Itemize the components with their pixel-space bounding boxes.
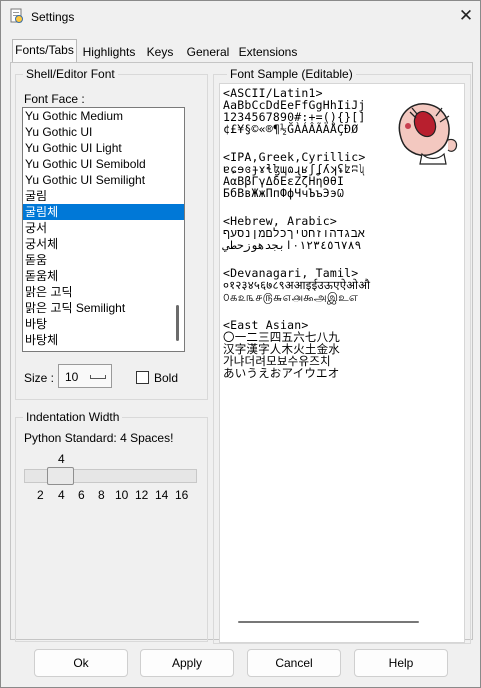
font-face-label: Font Face : [24, 92, 85, 106]
indent-tick-label: 8 [98, 488, 105, 502]
sample-line: ௦௧௨௩௪௫௬௭௮௯அஇஉஎ [223, 290, 359, 304]
sample-line: ٠١٢٣٤٥٦٧٨٩ابجدهوزحطي [223, 238, 362, 252]
font-sample-group-label: Font Sample (Editable) [227, 67, 356, 81]
bold-label: Bold [154, 371, 179, 385]
font-face-item[interactable]: 바탕 [23, 316, 184, 332]
size-value: 10 [65, 370, 79, 384]
sample-line: ¢£¥§©«®¶½ĞÀÁÂÃÄÅÇÐØ [223, 122, 359, 136]
font-sample-text-area[interactable]: <ASCII/Latin1> AaBbCcDdEeFfGgHhIiJj 1234… [219, 83, 465, 643]
indent-tick-label: 10 [115, 488, 129, 502]
title-bar: Settings ✕ [1, 1, 480, 33]
settings-window: Settings ✕ Fonts/Tabs Highlights Keys Ge… [0, 0, 481, 688]
shell-font-group-label: Shell/Editor Font [23, 67, 118, 81]
apply-button[interactable]: Apply [140, 649, 234, 677]
tab-keys[interactable]: Keys [142, 41, 178, 63]
font-face-item[interactable]: Yu Gothic UI [23, 124, 184, 140]
font-face-item[interactable]: 돋움체 [23, 268, 184, 284]
size-dropdown[interactable]: 10 [58, 364, 112, 388]
indent-tick-label: 6 [78, 488, 85, 502]
sample-line: あいうえおアイウエオ [223, 366, 340, 380]
cancel-button[interactable]: Cancel [247, 649, 341, 677]
python-standard-label: Python Standard: 4 Spaces! [24, 431, 174, 445]
font-face-item[interactable]: 돋움 [23, 252, 184, 268]
tab-extensions[interactable]: Extensions [235, 41, 301, 63]
close-icon[interactable]: ✕ [453, 4, 479, 28]
font-face-item[interactable]: Yu Gothic Medium [23, 108, 184, 124]
tab-fonts-tabs[interactable]: Fonts/Tabs [12, 39, 77, 64]
indent-slider-thumb[interactable] [47, 467, 74, 485]
font-face-item[interactable]: Yu Gothic UI Light [23, 140, 184, 156]
tab-highlights[interactable]: Highlights [78, 41, 140, 63]
python-settings-icon [10, 8, 23, 23]
font-face-item[interactable]: Yu Gothic UI Semilight [23, 172, 184, 188]
font-face-item[interactable]: 궁서 [23, 220, 184, 236]
font-face-item[interactable]: 바탕체 [23, 332, 184, 348]
indent-tick-label: 12 [135, 488, 149, 502]
font-face-item[interactable]: 궁서체 [23, 236, 184, 252]
ok-button[interactable]: Ok [34, 649, 128, 677]
window-title: Settings [31, 10, 75, 24]
indent-tick-label: 14 [155, 488, 169, 502]
font-face-item[interactable]: 맑은 고딕 Semilight [23, 300, 184, 316]
sample-horizontal-scrollbar[interactable] [238, 621, 419, 623]
font-face-item[interactable]: 맑은 고딕 [23, 284, 184, 300]
dropdown-indicator-icon [90, 375, 106, 379]
cartoon-face-icon [398, 103, 458, 165]
indentation-group [15, 417, 208, 642]
font-face-list[interactable]: Yu Gothic Medium Yu Gothic UI Yu Gothic … [22, 107, 185, 352]
font-face-item-selected[interactable]: 굴림체 [23, 204, 184, 220]
font-face-item[interactable]: Yu Gothic UI Semibold [23, 156, 184, 172]
indent-tick-label: 4 [58, 488, 65, 502]
size-label: Size : [24, 371, 55, 385]
tab-general[interactable]: General [182, 41, 234, 63]
indent-tick-label: 16 [175, 488, 189, 502]
bold-checkbox[interactable] [136, 371, 149, 384]
font-face-item[interactable]: 굴림 [23, 188, 184, 204]
indentation-group-label: Indentation Width [23, 410, 123, 424]
list-scrollbar-thumb[interactable] [176, 305, 179, 341]
indent-slider-value: 4 [58, 452, 65, 466]
indent-tick-label: 2 [37, 488, 44, 502]
sample-line: БбВвЖжПпФфЧчЪъЭэѠ [223, 186, 345, 200]
help-button[interactable]: Help [354, 649, 448, 677]
